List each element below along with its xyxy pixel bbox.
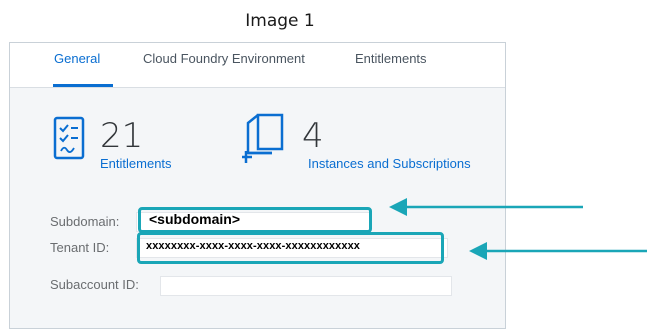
tenant-id-value: xxxxxxxx-xxxx-xxxx-xxxx-xxxxxxxxxxxx xyxy=(146,240,361,252)
tenant-id-label: Tenant ID: xyxy=(50,240,110,255)
subdomain-value: <subdomain> xyxy=(149,211,241,227)
subdomain-label: Subdomain: xyxy=(50,214,120,229)
arrow-left-icon xyxy=(389,198,583,216)
add-instance-icon xyxy=(242,113,284,163)
instances-and-subscriptions-link[interactable]: Instances and Subscriptions xyxy=(308,156,471,171)
tab-general[interactable]: General xyxy=(54,51,100,66)
tab-entitlements[interactable]: Entitlements xyxy=(355,51,427,66)
tab-bar: General Cloud Foundry Environment Entitl… xyxy=(10,43,505,88)
checklist-icon xyxy=(53,116,85,160)
entitlements-count: 21 xyxy=(100,116,144,156)
active-tab-indicator xyxy=(53,84,113,87)
subaccount-overview-panel: General Cloud Foundry Environment Entitl… xyxy=(9,42,506,329)
subdomain-highlight: <subdomain> xyxy=(138,207,372,233)
subaccount-id-label: Subaccount ID: xyxy=(50,277,139,292)
image-caption: Image 1 xyxy=(245,11,315,31)
subaccount-id-value-box xyxy=(160,276,452,296)
tab-cloud-foundry-environment[interactable]: Cloud Foundry Environment xyxy=(143,51,305,66)
tenant-id-highlight: xxxxxxxx-xxxx-xxxx-xxxx-xxxxxxxxxxxx xyxy=(137,232,444,264)
arrow-left-icon xyxy=(469,242,647,260)
instances-count: 4 xyxy=(302,116,324,156)
entitlements-link[interactable]: Entitlements xyxy=(100,156,172,171)
